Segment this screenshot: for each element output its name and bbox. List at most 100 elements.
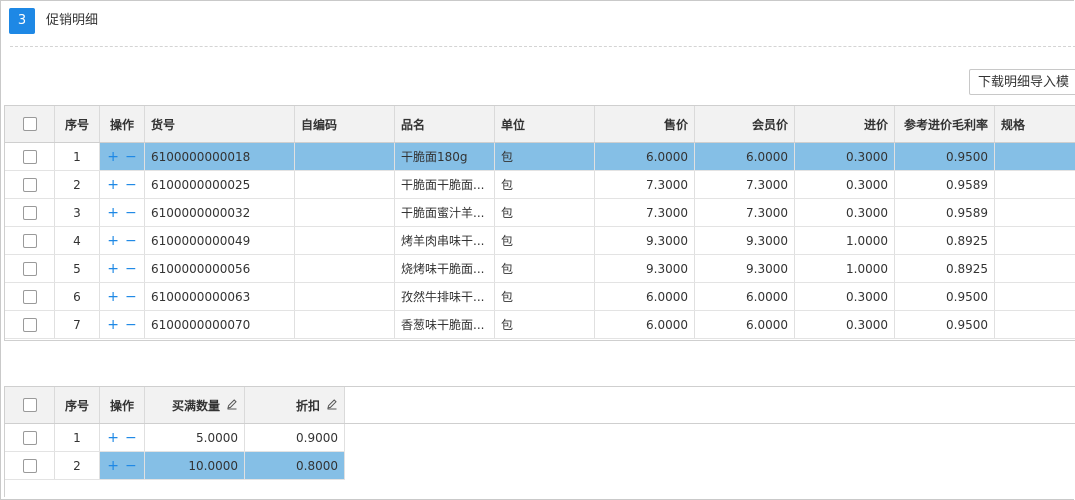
selfcode-cell xyxy=(295,171,395,198)
seq-cell: 2 xyxy=(55,171,100,198)
edit-pencil-icon[interactable] xyxy=(326,398,338,413)
selfcode-cell xyxy=(295,199,395,226)
ops-cell: + − xyxy=(100,171,145,198)
section-title: 促销明细 xyxy=(46,13,99,28)
discount-value: 0.9000 xyxy=(296,430,338,445)
name-cell: 烤羊肉串味干... xyxy=(395,227,495,254)
ops-cell: + − xyxy=(100,311,145,338)
select-all-checkbox[interactable] xyxy=(22,398,37,412)
discount-value: 0.8000 xyxy=(296,458,338,473)
step-badge: 3 xyxy=(9,8,35,34)
add-row-icon[interactable]: + xyxy=(107,289,119,305)
code-value: 6100000000018 xyxy=(151,149,251,164)
member-price-cell: 9.3000 xyxy=(695,227,795,254)
unit-cell: 包 xyxy=(495,255,595,282)
row-checkbox[interactable] xyxy=(22,261,37,276)
remove-row-icon[interactable]: − xyxy=(125,233,137,249)
remove-row-icon[interactable]: − xyxy=(125,177,137,193)
code-value: 6100000000056 xyxy=(151,261,251,276)
unit-value: 包 xyxy=(501,178,514,192)
table-row[interactable]: 2 + − 10.0000 0.8000 xyxy=(5,452,345,480)
code-cell: 6100000000070 xyxy=(145,311,295,338)
header-margin: 参考进价毛利率 xyxy=(895,106,995,142)
remove-row-icon[interactable]: − xyxy=(125,205,137,221)
margin-cell: 0.8925 xyxy=(895,255,995,282)
remove-row-icon[interactable]: − xyxy=(125,149,137,165)
header-label: 单位 xyxy=(501,117,526,132)
price-value: 9.3000 xyxy=(646,261,688,276)
download-template-button[interactable]: 下载明细导入模 xyxy=(969,69,1075,95)
row-actions: + − xyxy=(107,458,136,474)
table-row[interactable]: 6 + −6100000000063 孜然牛排味干... 包 6.0000 6.0000 0.… xyxy=(5,283,1075,311)
seq-value: 6 xyxy=(73,289,81,304)
remove-row-icon[interactable]: − xyxy=(125,261,137,277)
member-price-value: 6.0000 xyxy=(746,289,788,304)
table-row[interactable]: 7 + −6100000000070 香葱味干脆面... 包 6.0000 6.0000 0.… xyxy=(5,311,1075,339)
add-row-icon[interactable]: + xyxy=(107,149,119,165)
qty-value: 10.0000 xyxy=(188,458,238,473)
margin-cell: 0.9589 xyxy=(895,199,995,226)
unit-value: 包 xyxy=(501,206,514,220)
discount-cell: 0.8000 xyxy=(245,452,345,479)
table-row[interactable]: 1 + − 5.0000 0.9000 xyxy=(5,424,345,452)
row-checkbox[interactable] xyxy=(22,177,37,192)
discount-cell: 0.9000 xyxy=(245,424,345,451)
ops-cell: + − xyxy=(100,255,145,282)
price-cell: 6.0000 xyxy=(595,143,695,170)
qty-value: 5.0000 xyxy=(196,430,238,445)
remove-row-icon[interactable]: − xyxy=(125,317,137,333)
add-row-icon[interactable]: + xyxy=(107,177,119,193)
selfcode-cell xyxy=(295,227,395,254)
name-value: 香葱味干脆面... xyxy=(401,318,485,332)
header-selfcode: 自编码 xyxy=(295,106,395,142)
row-checkbox[interactable] xyxy=(22,430,37,445)
add-row-icon[interactable]: + xyxy=(107,317,119,333)
member-price-value: 9.3000 xyxy=(746,233,788,248)
cost-value: 0.3000 xyxy=(846,149,888,164)
row-checkbox[interactable] xyxy=(22,289,37,304)
price-cell: 9.3000 xyxy=(595,227,695,254)
unit-cell: 包 xyxy=(495,171,595,198)
row-checkbox[interactable] xyxy=(22,458,37,473)
table-row[interactable]: 1 + −6100000000018 干脆面180g 包 6.0000 6.0000 0.30… xyxy=(5,143,1075,171)
page-frame: 3 促销明细 下载明细导入模 序号 操作 货号 自编码 品名 单位 售价 会员价 进价 参考进价毛… xyxy=(0,0,1075,500)
margin-cell: 0.9500 xyxy=(895,311,995,338)
table-row[interactable]: 4 + −6100000000049 烤羊肉串味干... 包 9.3000 9.3000 1.… xyxy=(5,227,1075,255)
add-row-icon[interactable]: + xyxy=(107,233,119,249)
table-row[interactable]: 5 + −6100000000056 烧烤味干脆面... 包 9.3000 9.3000 1.… xyxy=(5,255,1075,283)
price-cell: 9.3000 xyxy=(595,255,695,282)
table-row[interactable]: 3 + −6100000000032 干脆面蜜汁羊... 包 7.3000 7.3000 0.… xyxy=(5,199,1075,227)
header-qty: 买满数量 xyxy=(145,387,245,423)
remove-row-icon[interactable]: − xyxy=(125,458,137,474)
price-cell: 6.0000 xyxy=(595,283,695,310)
add-row-icon[interactable]: + xyxy=(107,261,119,277)
discount-table: 序号 操作 买满数量 折扣 1 + − 5.0000 0.9000 2 + − 10.0000 0.80… xyxy=(4,386,1075,497)
cost-cell: 0.3000 xyxy=(795,171,895,198)
spec-cell xyxy=(995,199,1075,226)
name-value: 烧烤味干脆面... xyxy=(401,262,485,276)
price-cell: 7.3000 xyxy=(595,199,695,226)
select-all-checkbox[interactable] xyxy=(22,117,37,131)
unit-cell: 包 xyxy=(495,283,595,310)
row-checkbox[interactable] xyxy=(22,149,37,164)
header-cost: 进价 xyxy=(795,106,895,142)
seq-cell: 6 xyxy=(55,283,100,310)
add-row-icon[interactable]: + xyxy=(107,205,119,221)
edit-pencil-icon[interactable] xyxy=(226,398,238,413)
header-ops: 操作 xyxy=(100,387,145,423)
row-checkbox[interactable] xyxy=(22,233,37,248)
dashed-divider xyxy=(10,46,1075,47)
name-cell: 干脆面干脆面... xyxy=(395,171,495,198)
spec-cell xyxy=(995,283,1075,310)
selfcode-cell xyxy=(295,283,395,310)
table-row[interactable]: 2 + −6100000000025 干脆面干脆面... 包 7.3000 7.3000 0.… xyxy=(5,171,1075,199)
add-row-icon[interactable]: + xyxy=(107,458,119,474)
remove-row-icon[interactable]: − xyxy=(125,289,137,305)
add-row-icon[interactable]: + xyxy=(107,430,119,446)
code-cell: 6100000000063 xyxy=(145,283,295,310)
cost-cell: 0.3000 xyxy=(795,283,895,310)
row-checkbox[interactable] xyxy=(22,205,37,220)
remove-row-icon[interactable]: − xyxy=(125,430,137,446)
header-label: 货号 xyxy=(151,117,176,132)
row-checkbox[interactable] xyxy=(22,317,37,332)
